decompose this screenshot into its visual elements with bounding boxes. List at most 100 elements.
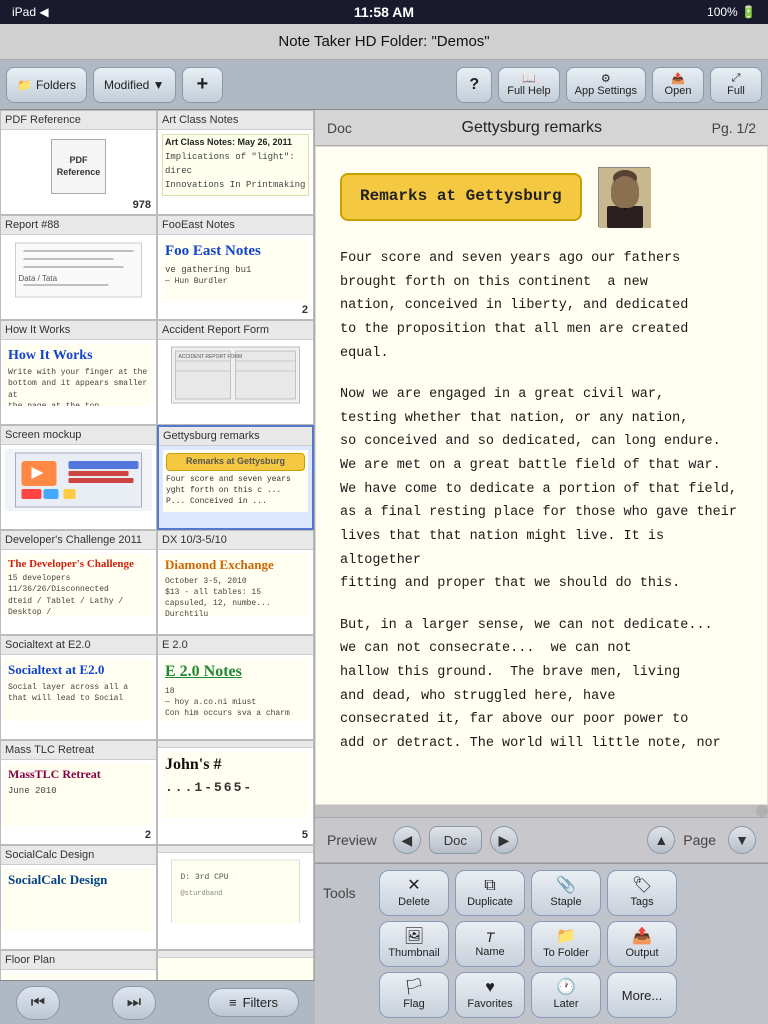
note-item-pdf-reference[interactable]: PDF Reference PDF Reference 978 — [0, 110, 157, 215]
note-title: Art Class Notes — [158, 111, 313, 130]
note-item-dev-challenge[interactable]: Developer's Challenge 2011 The Developer… — [0, 530, 157, 635]
note-title: Floor Plan — [1, 951, 156, 970]
note-item-socialtext[interactable]: Socialtext at E2.0 Socialtext at E2.0 So… — [0, 635, 157, 740]
preview-next-button[interactable]: ▶ — [490, 826, 518, 854]
note-item-sketch2[interactable]: D: 3rd CPU @sturdband — [157, 845, 314, 950]
tools-label: Tools — [323, 885, 373, 901]
note-title: FooEast Notes — [158, 216, 313, 235]
prev-button[interactable]: ⏮ — [16, 986, 60, 1020]
full-button[interactable]: ⤢ Full — [710, 67, 762, 103]
filters-button[interactable]: ≡ Filters — [208, 988, 299, 1017]
duplicate-button[interactable]: ⧉ Duplicate — [455, 870, 525, 916]
note-content: Remarks at Gettysburg — [315, 146, 768, 805]
thumbnail-label: Thumbnail — [388, 947, 439, 959]
note-preview: Diamond Exchange October 3-5, 2010$13 - … — [158, 550, 313, 620]
note-item-dx10[interactable]: DX 10/3-5/10 Diamond Exchange October 3-… — [157, 530, 314, 635]
note-item-socialcalc[interactable]: SocialCalc Design SocialCalc Design — [0, 845, 157, 950]
later-icon: 🕐 — [556, 980, 576, 996]
note-badge: 2 — [302, 304, 308, 316]
note-preview: Remarks at Gettysburg Four score and sev… — [159, 446, 312, 516]
app-settings-button[interactable]: ⚙ App Settings — [566, 67, 646, 103]
svg-text:D: 3rd CPU: D: 3rd CPU — [181, 873, 229, 882]
note-badge: 2 — [145, 829, 151, 841]
note-title: Developer's Challenge 2011 — [1, 531, 156, 550]
thumbnail-icon: 🖼 — [404, 929, 424, 945]
flag-label: Flag — [403, 998, 424, 1010]
note-paragraph-1: Four score and seven years ago our fathe… — [340, 247, 743, 365]
svg-text:ACCIDENT REPORT FORM: ACCIDENT REPORT FORM — [179, 354, 243, 360]
note-item-art-class[interactable]: Art Class Notes Art Class Notes: May 26,… — [157, 110, 314, 215]
preview-prev-button[interactable]: ◀ — [393, 826, 421, 854]
note-title — [158, 951, 313, 958]
note-item-mass-tlc[interactable]: Mass TLC Retreat MassTLC Retreat June 20… — [0, 740, 157, 845]
output-button[interactable]: 📤 Output — [607, 921, 677, 967]
name-button[interactable]: T Name — [455, 921, 525, 967]
prev-icon: ⏮ — [31, 994, 45, 1012]
folder-icon: 📁 — [17, 78, 32, 92]
doc-title: Gettysburg remarks — [368, 119, 696, 137]
main-content: PDF Reference PDF Reference 978 Art Clas… — [0, 110, 768, 1024]
note-preview: SocialCalc Design — [1, 865, 156, 935]
note-item-accident-report[interactable]: Accident Report Form ACCIDENT REPORT FOR… — [157, 320, 314, 425]
later-button[interactable]: 🕐 Later — [531, 972, 601, 1018]
bottom-bar: ⏮ ⏭ ≡ Filters — [0, 980, 315, 1024]
note-preview: MassTLC Retreat June 2010 — [1, 760, 156, 830]
top-bar: Note Taker HD Folder: "Demos" — [0, 24, 768, 60]
doc-label: Doc — [327, 120, 352, 136]
note-paragraph-2: Now we are engaged in a great civil war,… — [340, 383, 743, 596]
note-title: Screen mockup — [1, 426, 156, 445]
note-item-fooeast[interactable]: FooEast Notes Foo East Notes ve gatherin… — [157, 215, 314, 320]
note-preview — [1, 445, 156, 515]
full-help-button[interactable]: 📖 Full Help — [498, 67, 559, 103]
remarks-badge: Remarks at Gettysburg — [340, 173, 582, 220]
flag-button[interactable]: 🏳 Flag — [379, 972, 449, 1018]
page-next-button[interactable]: ▼ — [728, 826, 756, 854]
note-title: SocialCalc Design — [1, 846, 156, 865]
tools-row-2: Tools 🖼 Thumbnail T Name 📁 To Folder 📤 O… — [323, 921, 760, 967]
note-paragraph-3: But, in a larger sense, we can not dedic… — [340, 614, 743, 756]
add-button[interactable]: + — [182, 67, 224, 103]
note-title: Report #88 — [1, 216, 156, 235]
note-item-e20[interactable]: E 2.0 E 2.0 Notes 18— hoy a.co.ni miustC… — [157, 635, 314, 740]
modified-label: Modified ▼ — [104, 78, 165, 92]
note-preview: E 2.0 Notes 18— hoy a.co.ni miustCon him… — [158, 655, 313, 725]
doc-mode-button[interactable]: Doc — [429, 826, 482, 854]
full-label: Full — [727, 85, 745, 97]
delete-button[interactable]: ✕ Delete — [379, 870, 449, 916]
note-item-how-it-works[interactable]: How It Works How It Works Write with you… — [0, 320, 157, 425]
staple-button[interactable]: 📎 Staple — [531, 870, 601, 916]
note-item-report88[interactable]: Report #88 Data / Tata — [0, 215, 157, 320]
next-icon: ⏭ — [127, 994, 141, 1012]
note-preview: Foo East Notes ve gathering bu1— Hun Bur… — [158, 235, 313, 305]
name-label: Name — [475, 946, 504, 958]
full-help-label: Full Help — [507, 85, 550, 97]
note-title: Socialtext at E2.0 — [1, 636, 156, 655]
tags-button[interactable]: 🏷 Tags — [607, 870, 677, 916]
more-button[interactable]: More... — [607, 972, 677, 1018]
heart-icon: ♥ — [485, 980, 495, 996]
modified-button[interactable]: Modified ▼ — [93, 67, 176, 103]
note-item-gettysburg[interactable]: Gettysburg remarks Remarks at Gettysburg… — [157, 425, 314, 530]
name-icon: T — [486, 930, 495, 944]
note-item-screen-mockup[interactable]: Screen mockup — [0, 425, 157, 530]
output-label: Output — [625, 947, 658, 959]
next-button[interactable]: ⏭ — [112, 986, 156, 1020]
later-label: Later — [553, 998, 578, 1010]
page-prev-button[interactable]: ▲ — [647, 826, 675, 854]
note-title: E 2.0 — [158, 636, 313, 655]
note-badge: 978 — [133, 199, 151, 211]
thumbnail-button[interactable]: 🖼 Thumbnail — [379, 921, 449, 967]
note-preview: D: 3rd CPU @sturdband — [158, 853, 313, 923]
favorites-button[interactable]: ♥ Favorites — [455, 972, 525, 1018]
note-title: Mass TLC Retreat — [1, 741, 156, 760]
tags-icon: 🏷 — [632, 878, 652, 894]
note-item-johns[interactable]: John's # ...1-565- 5 — [157, 740, 314, 845]
expand-icon: ⤢ — [732, 72, 741, 85]
to-folder-button[interactable]: 📁 To Folder — [531, 921, 601, 967]
delete-icon: ✕ — [407, 878, 420, 894]
folders-button[interactable]: 📁 Folders — [6, 67, 87, 103]
note-preview: Art Class Notes: May 26, 2011 Implicatio… — [158, 130, 313, 200]
open-button[interactable]: 📤 Open — [652, 67, 704, 103]
help-button[interactable]: ? — [456, 67, 492, 103]
page-info: Pg. 1/2 — [712, 120, 756, 136]
